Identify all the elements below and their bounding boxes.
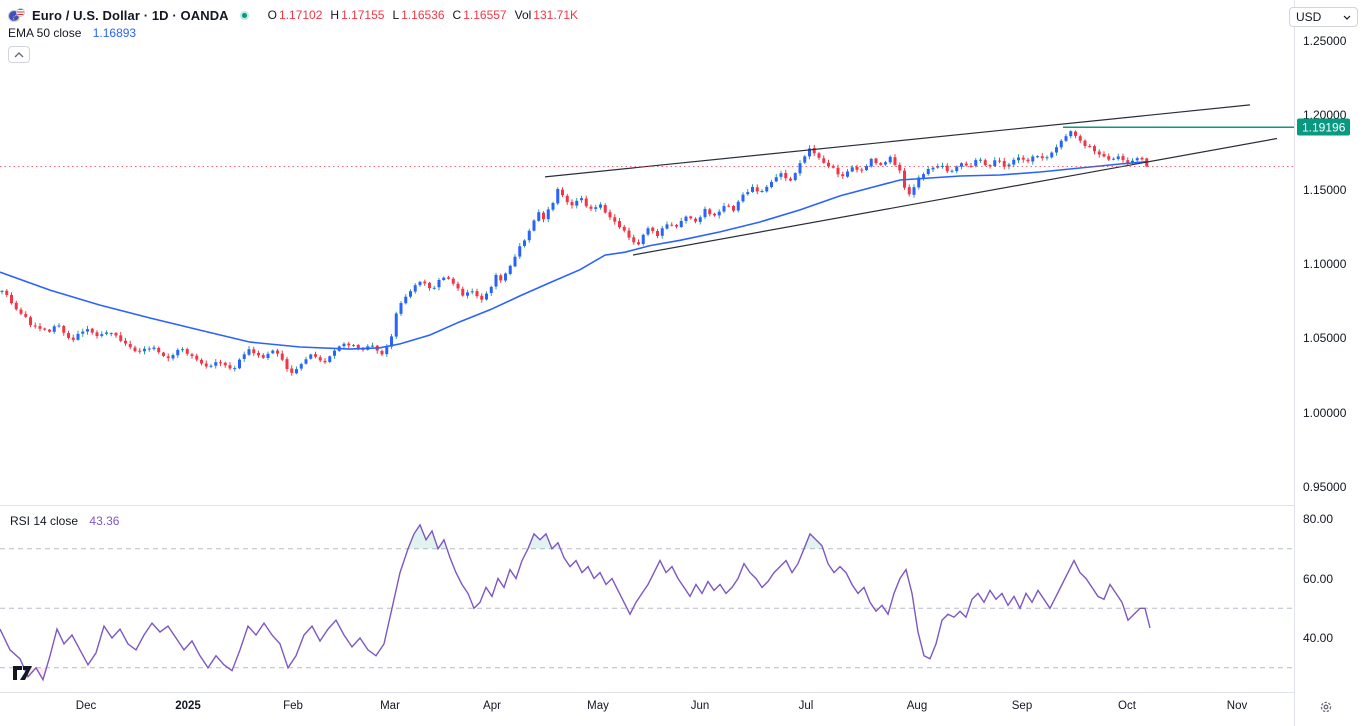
ohlc-values: O1.17102 H1.17155 L1.16536 C1.16557 Vol1… [262,8,578,22]
time-axis-label[interactable]: May [587,700,609,712]
rsi-tick-label: 60.00 [1303,572,1333,586]
high-label: H [330,8,339,22]
volume-label: Vol [515,8,532,22]
chevron-up-icon [14,52,24,58]
time-axis-label[interactable]: Mar [380,700,400,712]
ema-line [0,162,1148,350]
rsi-line [0,525,1150,680]
ema-legend[interactable]: EMA 50 close 1.16893 [8,26,578,40]
symbol-title[interactable]: Euro / U.S. Dollar · 1D · OANDA [32,8,229,23]
rsi-chart[interactable] [0,505,1294,692]
volume-value: 131.71K [533,8,578,22]
candlestick-chart[interactable] [0,0,1294,505]
price-tick-label: 1.15000 [1303,183,1346,197]
low-label: L [392,8,399,22]
time-axis-label[interactable]: Aug [907,700,927,712]
legend: Euro / U.S. Dollar · 1D · OANDA O1.17102… [8,6,578,63]
time-axis-label[interactable]: Dec [76,700,96,712]
currency-pair-icon [8,8,25,22]
collapse-legend-button[interactable] [8,46,30,63]
time-axis-label[interactable]: 2025 [175,700,201,712]
rsi-pane[interactable] [0,505,1294,692]
rsi-tick-label: 80.00 [1303,512,1333,526]
rsi-legend[interactable]: RSI 14 close 43.36 [10,514,119,528]
currency-dropdown[interactable]: USD [1289,7,1358,27]
time-axis-label[interactable]: Nov [1227,700,1247,712]
tradingview-logo[interactable] [13,666,33,685]
market-status-icon [240,11,249,20]
open-label: O [268,8,277,22]
time-axis-label[interactable]: Apr [483,700,501,712]
time-axis-label[interactable]: Sep [1012,700,1032,712]
time-axis-label[interactable]: Feb [283,700,303,712]
chevron-down-icon [1343,15,1351,20]
rsi-value: 43.36 [89,514,119,528]
price-pane[interactable] [0,0,1294,505]
rsi-tick-label: 40.00 [1303,631,1333,645]
price-tick-label: 0.95000 [1303,480,1346,494]
ema-value: 1.16893 [93,26,136,40]
time-axis-label[interactable]: Oct [1118,700,1136,712]
price-tick-label: 1.00000 [1303,406,1346,420]
time-axis-label[interactable]: Jul [799,700,814,712]
low-value: 1.16536 [401,8,444,22]
us-flag-icon [16,8,25,17]
chart-window: Euro / U.S. Dollar · 1D · OANDA O1.17102… [0,0,1366,726]
settings-gear-icon[interactable] [1318,699,1334,715]
rsi-label: RSI 14 close [10,514,78,528]
pane-separator[interactable] [0,505,1366,506]
high-value: 1.17155 [341,8,384,22]
time-axis-label[interactable]: Jun [691,700,710,712]
close-value: 1.16557 [463,8,506,22]
alert-price-badge[interactable]: 1.19196 [1297,119,1350,136]
price-tick-label: 1.10000 [1303,257,1346,271]
price-tick-label: 1.25000 [1303,34,1346,48]
channel-lower [633,139,1277,256]
open-value: 1.17102 [279,8,322,22]
currency-dropdown-value: USD [1296,10,1321,24]
price-tick-label: 1.05000 [1303,331,1346,345]
close-label: C [453,8,462,22]
ema-label: EMA 50 close [8,26,81,40]
